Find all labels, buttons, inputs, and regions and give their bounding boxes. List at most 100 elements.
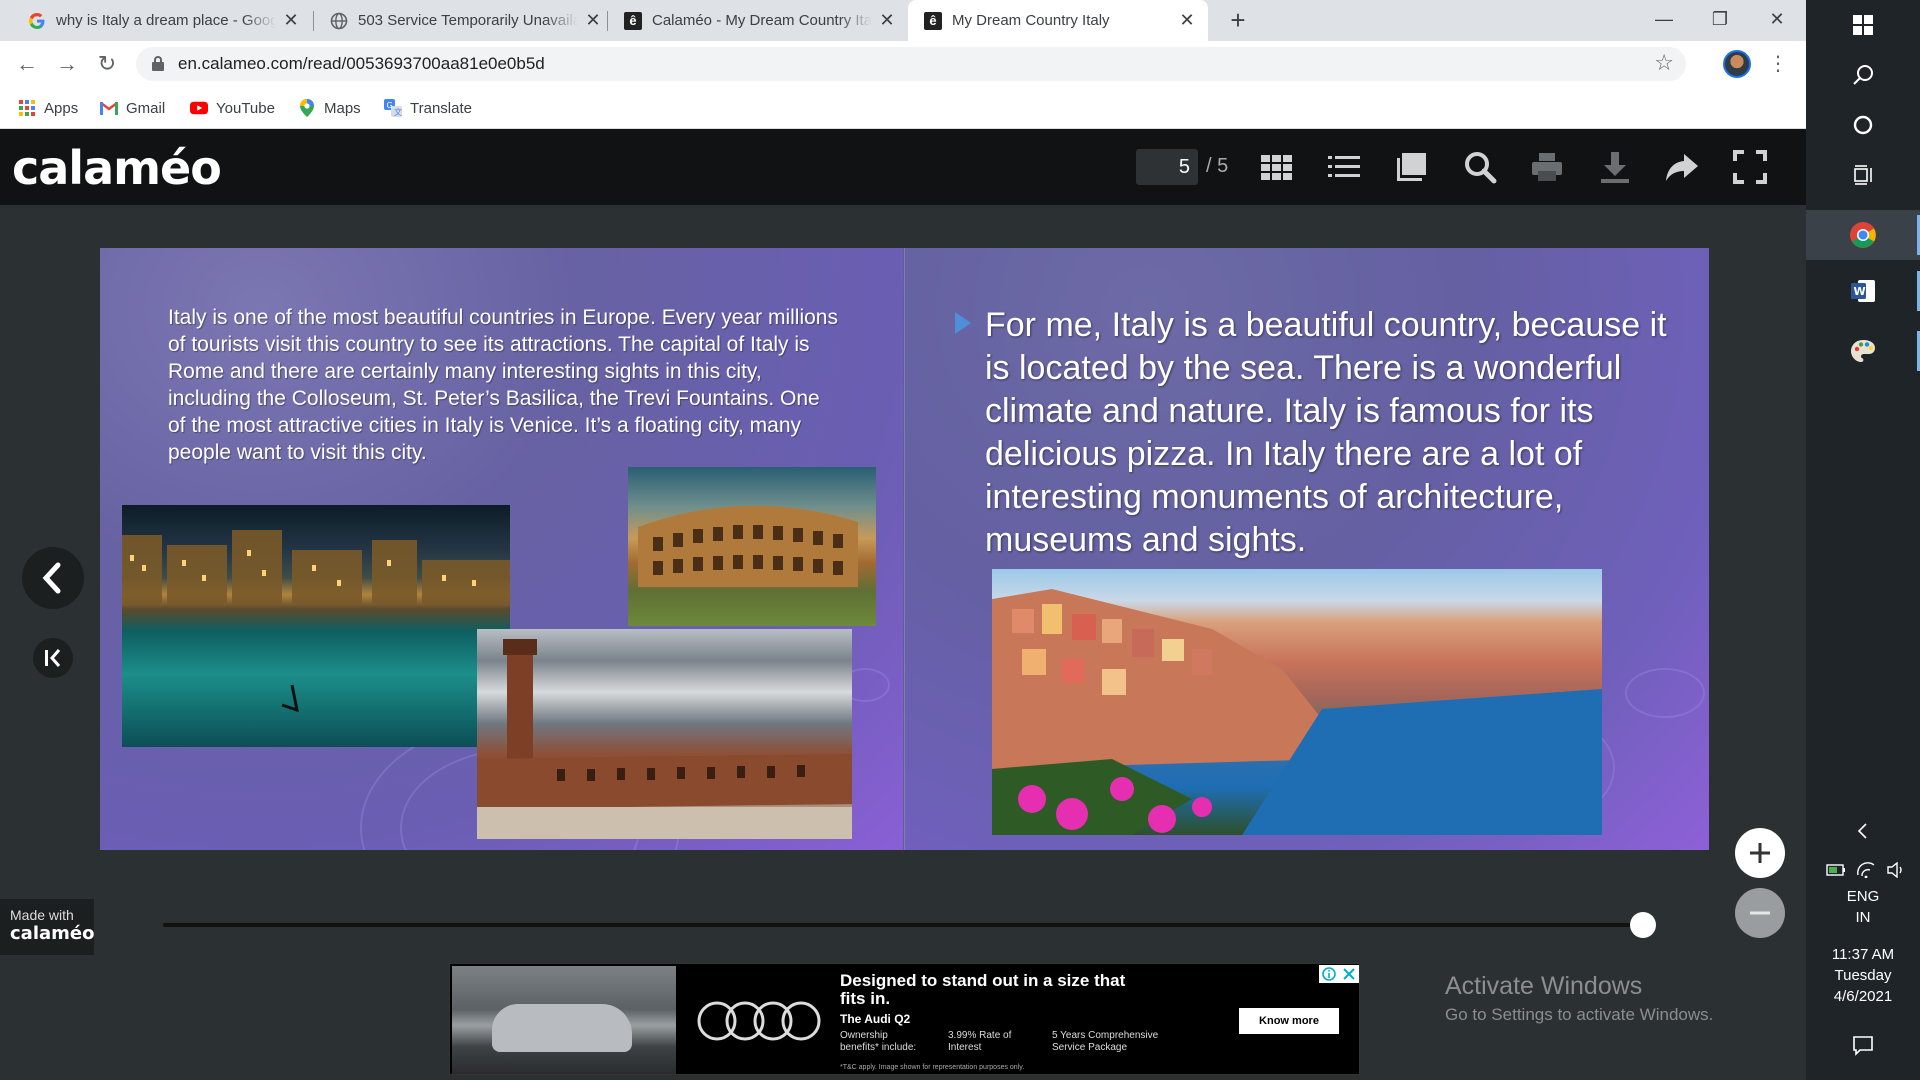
ad-disclaimer: *T&C apply. Image shown for representati… [840,1064,1025,1071]
ad-rate: 3.99% Rate of Interest [948,1030,1012,1053]
word-taskbar-icon[interactable]: W [1806,266,1920,316]
ripple-decoration [1625,668,1705,718]
audi-rings-logo [697,1001,821,1041]
task-view-icon[interactable] [1806,150,1920,200]
clock[interactable]: 11:37 AM Tuesday 4/6/2021 [1806,944,1920,1007]
search-icon[interactable] [1462,149,1498,185]
previous-page-button[interactable] [22,547,84,609]
made-with-calameo-badge[interactable]: Made with calaméo [0,899,94,955]
left-page[interactable]: Italy is one of the most beautiful count… [100,248,904,850]
tab-calameo-active[interactable]: ê My Dream Country Italy ✕ [908,0,1208,41]
audi-advertisement[interactable]: Designed to stand out in a size that fit… [449,963,1360,1075]
bullet-arrow-icon [955,312,971,334]
right-page-paragraph: For me, Italy is a beautiful country, be… [985,306,1667,559]
minimize-button[interactable]: — [1635,0,1693,41]
activate-subtitle: Go to Settings to activate Windows. [1445,1005,1714,1024]
fullscreen-icon[interactable] [1732,149,1768,185]
bookmark-youtube[interactable]: YouTube [190,96,275,120]
cinque-terre-photo [992,569,1602,835]
battery-icon[interactable] [1826,863,1846,881]
activate-title: Activate Windows [1445,972,1643,1000]
bookmark-gmail[interactable]: Gmail [100,96,165,120]
calameo-logo[interactable]: calaméo [12,141,222,195]
print-icon[interactable] [1529,149,1565,185]
url-text[interactable]: en.calameo.com/read/0053693700aa81e0e0b5… [178,54,545,74]
calameo-icon: ê [924,11,942,30]
publication-spread[interactable]: Italy is one of the most beautiful count… [100,248,1709,850]
tab-strip: why is Italy a dream place - Goog ✕ 503 … [0,0,1806,41]
profile-avatar[interactable] [1723,50,1751,78]
bookmark-maps[interactable]: Maps [298,96,361,120]
download-icon[interactable] [1597,149,1633,185]
page-number-input[interactable]: 5 [1136,149,1198,185]
chrome-menu-icon[interactable]: ⋮ [1768,49,1788,79]
grid-view-icon[interactable] [1259,149,1295,185]
right-page[interactable]: For me, Italy is a beautiful country, be… [905,248,1709,850]
tab-calameo-1[interactable]: ê Calaméo - My Dream Country Ita ✕ [608,0,908,41]
tab-title: 503 Service Temporarily Unavailab [358,12,578,29]
ad-benefits-label: Ownership benefits* include: [840,1030,917,1053]
svg-text:文: 文 [394,107,402,117]
region-code: IN [1855,909,1871,926]
bookmark-apps[interactable]: Apps [18,96,78,120]
forward-button[interactable]: → [52,49,82,79]
clock-day: Tuesday [1834,967,1892,984]
globe-icon [330,12,348,30]
ad-service: 5 Years Comprehensive Service Package [1052,1030,1159,1053]
close-tab-icon[interactable]: ✕ [282,10,300,31]
system-tray-icons [1826,861,1906,883]
chrome-window: why is Italy a dream place - Goog ✕ 503 … [0,0,1806,1080]
tab-503-error[interactable]: 503 Service Temporarily Unavailab ✕ [314,0,614,41]
library-icon[interactable] [1394,149,1430,185]
close-window-button[interactable]: ✕ [1748,0,1806,41]
paint-taskbar-icon[interactable] [1806,326,1920,376]
maps-icon [298,99,316,117]
audi-car-image [452,966,676,1074]
table-of-contents-icon[interactable] [1326,149,1362,185]
lock-icon[interactable] [152,56,164,71]
bookmark-label: YouTube [216,99,275,117]
page-slider-track[interactable] [163,923,1645,927]
show-hidden-icons-chevron[interactable] [1806,816,1920,846]
back-button[interactable]: ← [12,49,42,79]
new-tab-button[interactable]: + [1222,4,1254,36]
reload-button[interactable]: ↻ [92,49,122,79]
clock-date: 4/6/2021 [1833,988,1893,1005]
wifi-icon[interactable] [1856,861,1876,883]
close-tab-icon[interactable]: ✕ [878,10,896,31]
language-code: ENG [1846,888,1880,905]
tab-google-search[interactable]: why is Italy a dream place - Goog ✕ [12,0,312,41]
close-tab-icon[interactable]: ✕ [1178,10,1196,31]
bookmark-star-icon[interactable]: ☆ [1654,50,1674,76]
left-page-paragraph: Italy is one of the most beautiful count… [168,306,838,464]
notifications-icon[interactable] [1806,1020,1920,1070]
ad-know-more-button[interactable]: Know more [1239,1008,1339,1034]
first-page-button[interactable] [33,638,73,678]
translate-icon: G文 [384,99,402,117]
youtube-icon [190,99,208,117]
apps-grid-icon [18,99,36,117]
cortana-icon[interactable] [1806,100,1920,150]
bookmark-label: Gmail [126,99,166,117]
chrome-taskbar-icon[interactable] [1806,210,1920,260]
adchoices-icon[interactable] [1319,965,1359,983]
address-bar[interactable]: en.calameo.com/read/0053693700aa81e0e0b5… [136,47,1686,81]
share-icon[interactable] [1664,149,1700,185]
svg-text:W: W [1854,285,1866,298]
volume-icon[interactable] [1886,861,1906,883]
bookmark-translate[interactable]: G文 Translate [384,96,472,120]
restore-button[interactable]: ❐ [1691,0,1749,41]
start-button[interactable] [1806,0,1920,50]
made-with-label: Made with [10,907,74,923]
page-slider-handle[interactable] [1630,912,1656,938]
tab-title: Calaméo - My Dream Country Ita [652,12,872,29]
search-taskbar-icon[interactable] [1806,50,1920,100]
bookmark-label: Translate [410,99,472,117]
close-tab-icon[interactable]: ✕ [584,10,602,31]
colosseum-photo [628,467,876,626]
language-indicator[interactable]: ENG IN [1806,886,1920,928]
gmail-icon [100,99,118,117]
zoom-in-button[interactable] [1735,828,1785,878]
zoom-out-button[interactable] [1735,888,1785,938]
ad-headline: Designed to stand out in a size that fit… [840,971,1126,1008]
